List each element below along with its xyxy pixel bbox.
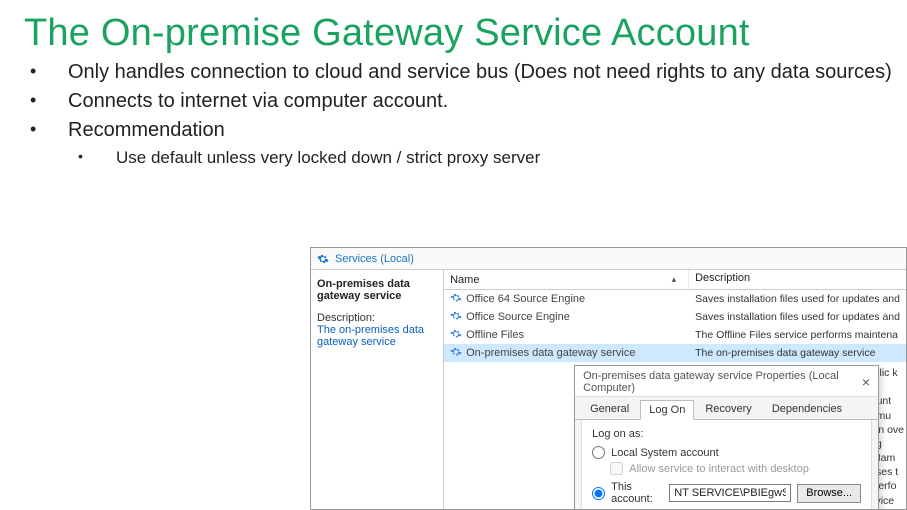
detail-description-label: Description: bbox=[317, 312, 437, 324]
service-icon bbox=[450, 346, 462, 361]
sort-asc-icon: ▴ bbox=[672, 274, 677, 285]
service-name: Offline Files bbox=[466, 329, 524, 341]
service-desc: The on-premises data gateway service bbox=[689, 347, 906, 359]
dialog-body: Log on as: Local System account Allow se… bbox=[581, 420, 872, 510]
radio-this-account-label: This account: bbox=[611, 481, 663, 505]
sub-bullet-1: Use default unless very locked down / st… bbox=[78, 148, 907, 168]
dialog-title-text: On-premises data gateway service Propert… bbox=[583, 370, 862, 394]
gear-icon bbox=[317, 253, 329, 265]
sub-bullet-list: Use default unless very locked down / st… bbox=[0, 148, 907, 168]
service-icon bbox=[450, 328, 462, 343]
tab-log-on[interactable]: Log On bbox=[640, 400, 694, 420]
column-description[interactable]: Description bbox=[689, 270, 906, 289]
detail-service-name: On-premises data gateway service bbox=[317, 278, 437, 302]
checkbox-interact-desktop-label: Allow service to interact with desktop bbox=[629, 463, 809, 475]
service-icon bbox=[450, 292, 462, 307]
services-window-title: Services (Local) bbox=[335, 253, 414, 265]
checkbox-interact-desktop bbox=[610, 462, 623, 475]
column-name[interactable]: Name ▴ bbox=[444, 270, 689, 289]
dialog-titlebar: On-premises data gateway service Propert… bbox=[575, 366, 878, 397]
radio-this-account[interactable] bbox=[592, 487, 605, 500]
account-input[interactable] bbox=[669, 484, 791, 502]
service-row[interactable]: Offline Files The Offline Files service … bbox=[444, 326, 906, 344]
service-name: Office Source Engine bbox=[466, 311, 570, 323]
close-icon[interactable]: × bbox=[862, 374, 870, 390]
services-grid-header: Name ▴ Description bbox=[444, 270, 906, 290]
service-row-selected[interactable]: On-premises data gateway service The on-… bbox=[444, 344, 906, 362]
radio-local-system-label: Local System account bbox=[611, 447, 719, 459]
slide-title: The On-premise Gateway Service Account bbox=[0, 0, 907, 55]
services-list-pane: Name ▴ Description Office 64 Source Engi… bbox=[444, 270, 906, 509]
radio-local-system[interactable] bbox=[592, 446, 605, 459]
column-name-label: Name bbox=[450, 274, 479, 286]
bullet-1: Only handles connection to cloud and ser… bbox=[30, 59, 907, 86]
service-desc: The Offline Files service performs maint… bbox=[689, 329, 906, 341]
service-name: On-premises data gateway service bbox=[466, 347, 635, 359]
browse-button[interactable]: Browse... bbox=[797, 484, 861, 503]
bullet-list: Only handles connection to cloud and ser… bbox=[0, 59, 907, 144]
services-window: Services (Local) On-premises data gatewa… bbox=[310, 247, 907, 510]
services-detail-pane: On-premises data gateway service Descrip… bbox=[311, 270, 444, 509]
service-name: Office 64 Source Engine bbox=[466, 293, 585, 305]
tab-dependencies[interactable]: Dependencies bbox=[763, 399, 851, 419]
logon-as-label: Log on as: bbox=[592, 428, 861, 440]
detail-description-value: The on-premises data gateway service bbox=[317, 324, 437, 348]
bullet-2: Connects to internet via computer accoun… bbox=[30, 88, 907, 115]
bullet-3: Recommendation bbox=[30, 117, 907, 144]
services-window-header: Services (Local) bbox=[311, 248, 906, 270]
tab-general[interactable]: General bbox=[581, 399, 638, 419]
service-row[interactable]: Office Source Engine Saves installation … bbox=[444, 308, 906, 326]
service-icon bbox=[450, 310, 462, 325]
service-properties-dialog: On-premises data gateway service Propert… bbox=[574, 365, 879, 510]
service-desc: Saves installation files used for update… bbox=[689, 311, 906, 323]
dialog-tabs: General Log On Recovery Dependencies bbox=[575, 397, 878, 420]
service-desc: Saves installation files used for update… bbox=[689, 293, 906, 305]
tab-recovery[interactable]: Recovery bbox=[696, 399, 760, 419]
service-row[interactable]: Office 64 Source Engine Saves installati… bbox=[444, 290, 906, 308]
